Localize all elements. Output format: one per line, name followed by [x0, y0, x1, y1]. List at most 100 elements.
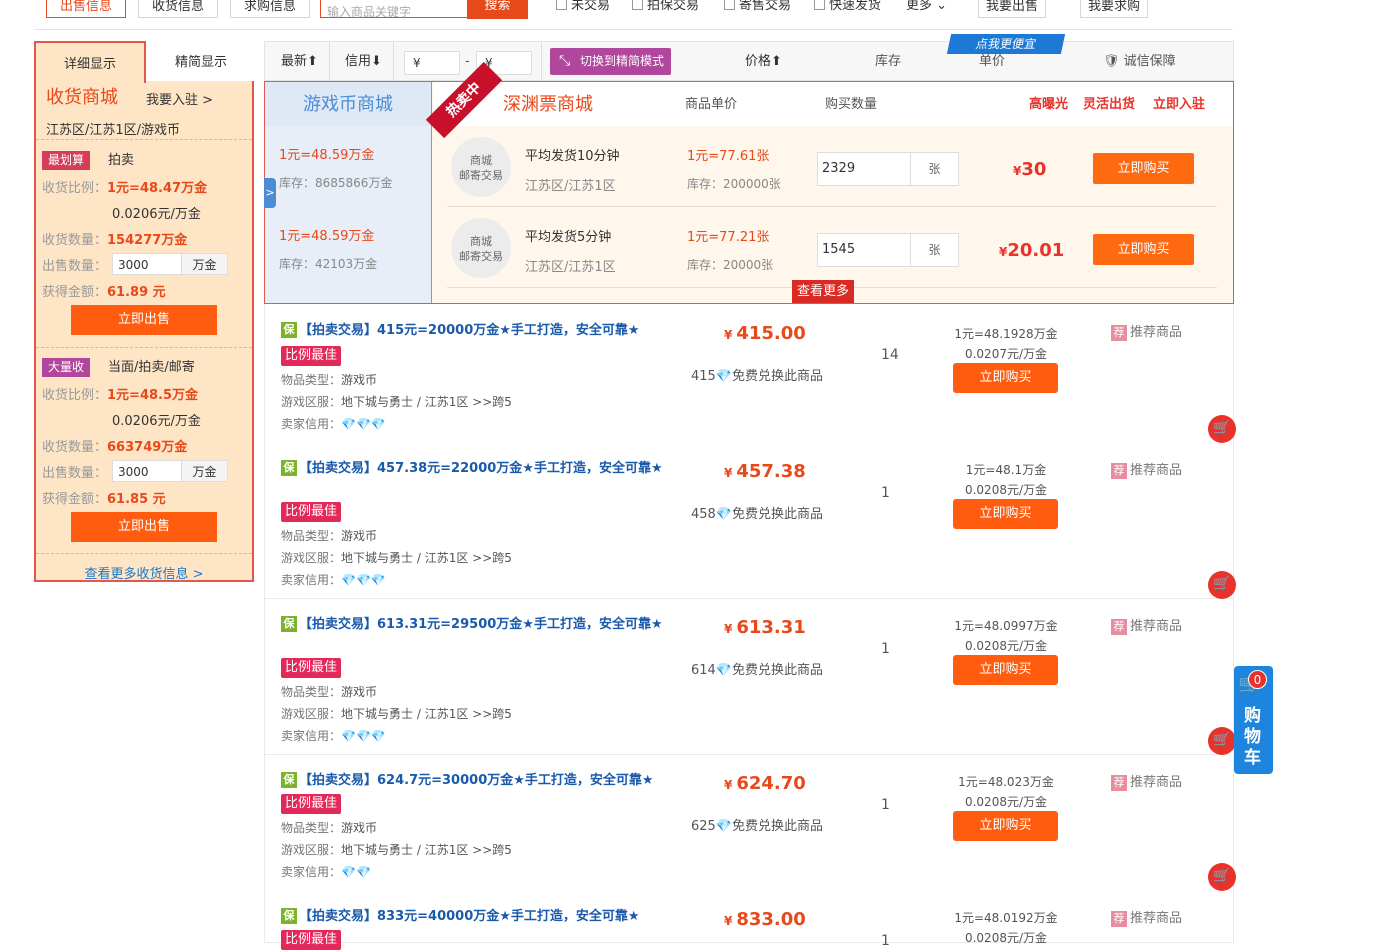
search-input[interactable]: 输入商品关键字: [320, 0, 468, 19]
best-ratio-badge: 比例最佳: [281, 502, 342, 522]
points-exchange[interactable]: 614💎免费兑换此商品: [691, 659, 823, 678]
ticket-mall-title[interactable]: 深渊票商城: [503, 82, 593, 128]
server-area: 游戏区服：地下城与勇士 / 江苏1区 >>跨5: [281, 551, 512, 565]
more-receive-link[interactable]: 查看更多收货信息 >: [36, 563, 252, 582]
seller-credit: 卖家信用：💎💎💎: [281, 573, 386, 587]
sell-qty-input[interactable]: 3000: [112, 460, 182, 482]
title-text[interactable]: 【拍卖交易】624.7元=30000万金★手工打造，安全可靠★: [299, 773, 654, 788]
hot-sale-box: 游戏币商城 1元=48.59万金 库存：8685866万金 1元=48.59万金…: [264, 61, 1234, 304]
cart-icon[interactable]: 🛒: [1208, 727, 1236, 755]
checkbox[interactable]: [632, 0, 643, 10]
join-link[interactable]: 我要入驻 >: [146, 89, 213, 108]
quantity-input[interactable]: 1545: [818, 234, 910, 266]
listing-title[interactable]: 保【拍卖交易】415元=20000万金★手工打造，安全可靠★: [281, 321, 673, 341]
sell-now-button[interactable]: 立即出售: [71, 512, 217, 542]
sort-credit[interactable]: 信用⬇: [345, 42, 382, 82]
more-dropdown[interactable]: 更多 ⌄: [906, 0, 947, 13]
divider: [393, 42, 394, 82]
floating-cart[interactable]: 🛒 0 购物车: [1234, 666, 1273, 774]
buy-now-button[interactable]: 立即购买: [1093, 153, 1194, 184]
checkbox[interactable]: [814, 0, 825, 10]
coin-mall-title[interactable]: 游戏币商城: [265, 82, 431, 126]
listing-price: ¥415.00: [724, 323, 806, 344]
view-more-button[interactable]: 查看更多: [792, 280, 854, 303]
amount-value: 61.89 元: [107, 285, 166, 300]
price-value: 624.70: [736, 773, 806, 794]
cheaper-badge[interactable]: 点我更便宜: [946, 34, 1066, 54]
mail-trade-badge: 商城 邮寄交易: [451, 218, 511, 278]
listing-stock: 1: [881, 797, 890, 813]
filter-check-auction[interactable]: 拍保交易: [632, 0, 699, 13]
listing-price: ¥833.00: [724, 909, 806, 930]
quantity-input[interactable]: 2329: [818, 153, 910, 185]
item-type: 物品类型：游戏币: [281, 821, 378, 835]
points-exchange[interactable]: 415💎免费兑换此商品: [691, 365, 823, 384]
amount-key: 获得金额：: [42, 285, 108, 300]
listing-title[interactable]: 保【拍卖交易】624.7元=30000万金★手工打造，安全可靠★: [281, 771, 673, 791]
cart-icon[interactable]: 🛒: [1208, 863, 1236, 891]
divider: [329, 42, 330, 82]
search-button[interactable]: 搜索: [467, 0, 528, 19]
buy-now-button[interactable]: 立即购买: [1093, 234, 1194, 265]
buy-now-button[interactable]: 立即购买: [953, 499, 1058, 529]
checkbox[interactable]: [556, 0, 567, 10]
tab-detail-view[interactable]: 详细显示: [34, 41, 146, 83]
quantity-field[interactable]: 2329 张: [817, 152, 959, 186]
tab-buy-request[interactable]: 求购信息: [230, 0, 310, 18]
seller-credit: 卖家信用：💎💎💎: [281, 417, 386, 431]
sell-button[interactable]: 我要出售: [978, 0, 1046, 18]
listing-price: ¥624.70: [724, 773, 806, 794]
trade-mode: 拍卖: [108, 153, 135, 168]
sell-qty-key: 出售数量：: [42, 259, 108, 274]
shield-check-icon: 🛡: [1103, 54, 1120, 69]
tab-simple-view[interactable]: 精简显示: [146, 41, 256, 81]
buy-now-button[interactable]: 立即购买: [953, 655, 1058, 685]
cart-icon[interactable]: 🛒: [1208, 415, 1236, 443]
expand-arrow-icon[interactable]: >: [264, 178, 276, 208]
sort-price[interactable]: 价格⬆: [745, 42, 782, 82]
filter-check-fast[interactable]: 快速发货: [814, 0, 881, 13]
listing-row: 保【拍卖交易】833元=40000万金★手工打造，安全可靠★ 比例最佳 ¥833…: [264, 891, 1234, 950]
cart-icon[interactable]: 🛒: [1208, 571, 1236, 599]
listing-unit-price: 0.0208元/万金: [964, 639, 1048, 653]
listing-title[interactable]: 保【拍卖交易】833元=40000万金★手工打造，安全可靠★: [281, 907, 673, 927]
receive-mall-panel: 详细显示 精简显示 收货商城 我要入驻 > 江苏区/江苏1区/游戏币 最划算 拍卖…: [34, 41, 256, 582]
title-text[interactable]: 【拍卖交易】613.31元=29500万金★手工打造，安全可靠★: [299, 617, 663, 632]
points-exchange[interactable]: 458💎免费兑换此商品: [691, 503, 823, 522]
link-exposure[interactable]: 高曝光: [1029, 82, 1068, 128]
listing-title[interactable]: 保【拍卖交易】613.31元=29500万金★手工打造，安全可靠★: [281, 615, 673, 635]
buy-now-button[interactable]: 立即购买: [953, 363, 1058, 393]
coin-ratio[interactable]: 1元=48.59万金: [279, 225, 374, 244]
listing-stock: 1: [881, 933, 890, 949]
seller-credit: 卖家信用：💎💎: [281, 865, 371, 879]
quantity-field[interactable]: 1545 张: [817, 233, 959, 267]
price-value: 833.00: [736, 909, 806, 930]
guarantee-badge: 保: [281, 908, 297, 924]
listing-price: ¥613.31: [724, 617, 806, 638]
item-type: 物品类型：游戏币: [281, 373, 378, 387]
filter-check-untraded[interactable]: 未交易: [556, 0, 610, 13]
buy-request-button[interactable]: 我要求购: [1080, 0, 1148, 18]
sort-newest[interactable]: 最新⬆: [281, 42, 318, 82]
checkbox[interactable]: [724, 0, 735, 10]
sell-now-button[interactable]: 立即出售: [71, 305, 217, 335]
coin-ratio[interactable]: 1元=48.59万金: [279, 144, 374, 163]
sell-qty-input[interactable]: 3000: [112, 253, 182, 275]
link-flexible[interactable]: 灵活出货: [1083, 82, 1135, 128]
buy-now-button[interactable]: 立即购买: [953, 811, 1058, 841]
tab-sell-info[interactable]: 出售信息: [46, 0, 126, 18]
link-join[interactable]: 立即入驻: [1153, 82, 1205, 128]
points-exchange[interactable]: 625💎免费兑换此商品: [691, 815, 823, 834]
receive-block: 最划算 拍卖 收货比例：1元=48.47万金 0.0206元/万金 收货数量：15…: [36, 147, 252, 347]
guarantee-badge: 保: [281, 772, 297, 788]
listing-unit-price: 0.0208元/万金: [964, 795, 1048, 809]
filter-check-consign[interactable]: 寄售交易: [724, 0, 791, 13]
title-text[interactable]: 【拍卖交易】833元=40000万金★手工打造，安全可靠★: [299, 909, 640, 924]
recommend-icon: 荐: [1111, 325, 1127, 341]
switch-simple-mode-button[interactable]: ⤡ 切换到精简模式: [550, 48, 671, 75]
price-min-input[interactable]: ¥: [404, 51, 460, 75]
listing-title[interactable]: 保【拍卖交易】457.38元=22000万金★手工打造，安全可靠★: [281, 459, 673, 479]
title-text[interactable]: 【拍卖交易】457.38元=22000万金★手工打造，安全可靠★: [299, 461, 663, 476]
title-text[interactable]: 【拍卖交易】415元=20000万金★手工打造，安全可靠★: [299, 323, 640, 338]
tab-receive-info[interactable]: 收货信息: [138, 0, 218, 18]
